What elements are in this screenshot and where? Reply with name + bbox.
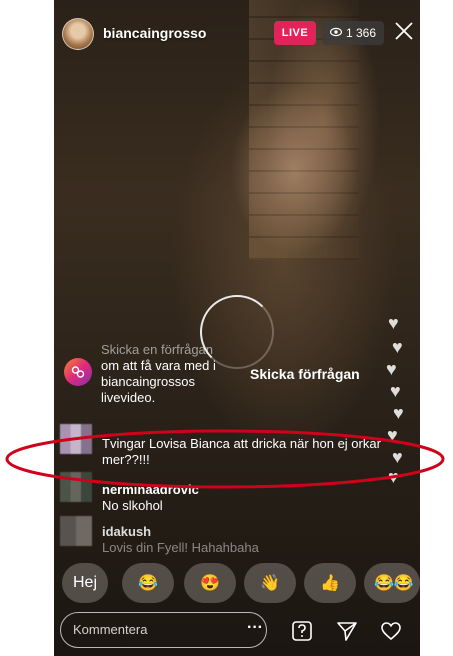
send-request-button[interactable]: Skicka förfrågan [250,366,360,382]
join-request-line-2: om att få vara med i [101,358,216,373]
more-options-button[interactable]: ··· [247,619,263,637]
comment-input[interactable] [71,621,235,638]
heart-icon: ♥ [393,403,404,423]
commenter-name[interactable]: idakush [102,524,382,540]
question-icon[interactable] [289,618,315,644]
quick-reactions-bar: Hej 😂 😍 👋 👍 😂😂 [60,563,420,603]
live-badge: LIVE [274,21,316,45]
heart-icon: ♥ [386,359,397,379]
commenter-name[interactable]: nerminaadrovic [102,482,382,498]
reaction-thumbs-up-button[interactable]: 👍 [304,563,356,603]
commenter-avatar [60,424,92,454]
heart-icon: ♥ [388,467,399,487]
viewer-count-badge[interactable]: 1 366 [322,21,385,45]
broadcaster-username[interactable]: biancaingrosso [103,25,206,41]
reaction-laugh-button[interactable]: 😂 [122,563,174,603]
live-header: biancaingrosso LIVE 1 366 [54,14,420,50]
heart-icon: ♥ [388,313,399,333]
comment-text: Tvingar Lovisa Bianca att dricka när hon… [102,436,381,467]
comment-body: idakush Lovis din Fyell! Hahahbaha [102,524,382,556]
join-request-line-3: biancaingrossos [101,374,195,389]
join-request-line-4: livevideo. [101,390,156,405]
comment-text: No slkohol [102,498,163,513]
reaction-hej-button[interactable]: Hej [62,563,108,603]
floating-hearts: ♥ ♥ ♥ ♥ ♥ ♥ ♥ ♥ [384,313,414,487]
reaction-wave-button[interactable]: 👋 [244,563,296,603]
commenter-avatar [60,516,92,546]
heart-icon: ♥ [390,381,401,401]
join-request-text: Skicka en förfrågan om att få vara med i… [101,342,251,406]
join-request-prompt: Skicka en förfrågan om att få vara med i… [64,340,414,410]
eye-icon [329,26,343,40]
heart-icon: ♥ [387,425,398,445]
reaction-laugh-double-button[interactable]: 😂😂 [364,563,420,603]
join-request-line-1: Skicka en förfrågan [101,342,214,357]
comment-text: Lovis din Fyell! Hahahbaha [102,540,259,555]
send-icon[interactable] [334,618,360,644]
viewer-count: 1 366 [346,26,377,40]
join-request-icon [64,358,92,386]
close-icon[interactable] [392,20,416,44]
reaction-heart-eyes-button[interactable]: 😍 [184,563,236,603]
heart-icon: ♥ [392,447,403,467]
heart-icon: ♥ [392,337,403,357]
comment-field[interactable]: ··· [60,612,267,648]
broadcaster-avatar[interactable] [62,18,94,50]
comment-body: Tvingar Lovisa Bianca att dricka när hon… [102,436,382,468]
comment-body: nerminaadrovic No slkohol [102,482,382,514]
commenter-avatar [60,472,92,502]
heart-icon[interactable] [378,618,404,644]
live-video-screen: biancaingrosso LIVE 1 366 Skicka en förf… [54,0,420,656]
bottom-bar: ··· [54,610,420,656]
